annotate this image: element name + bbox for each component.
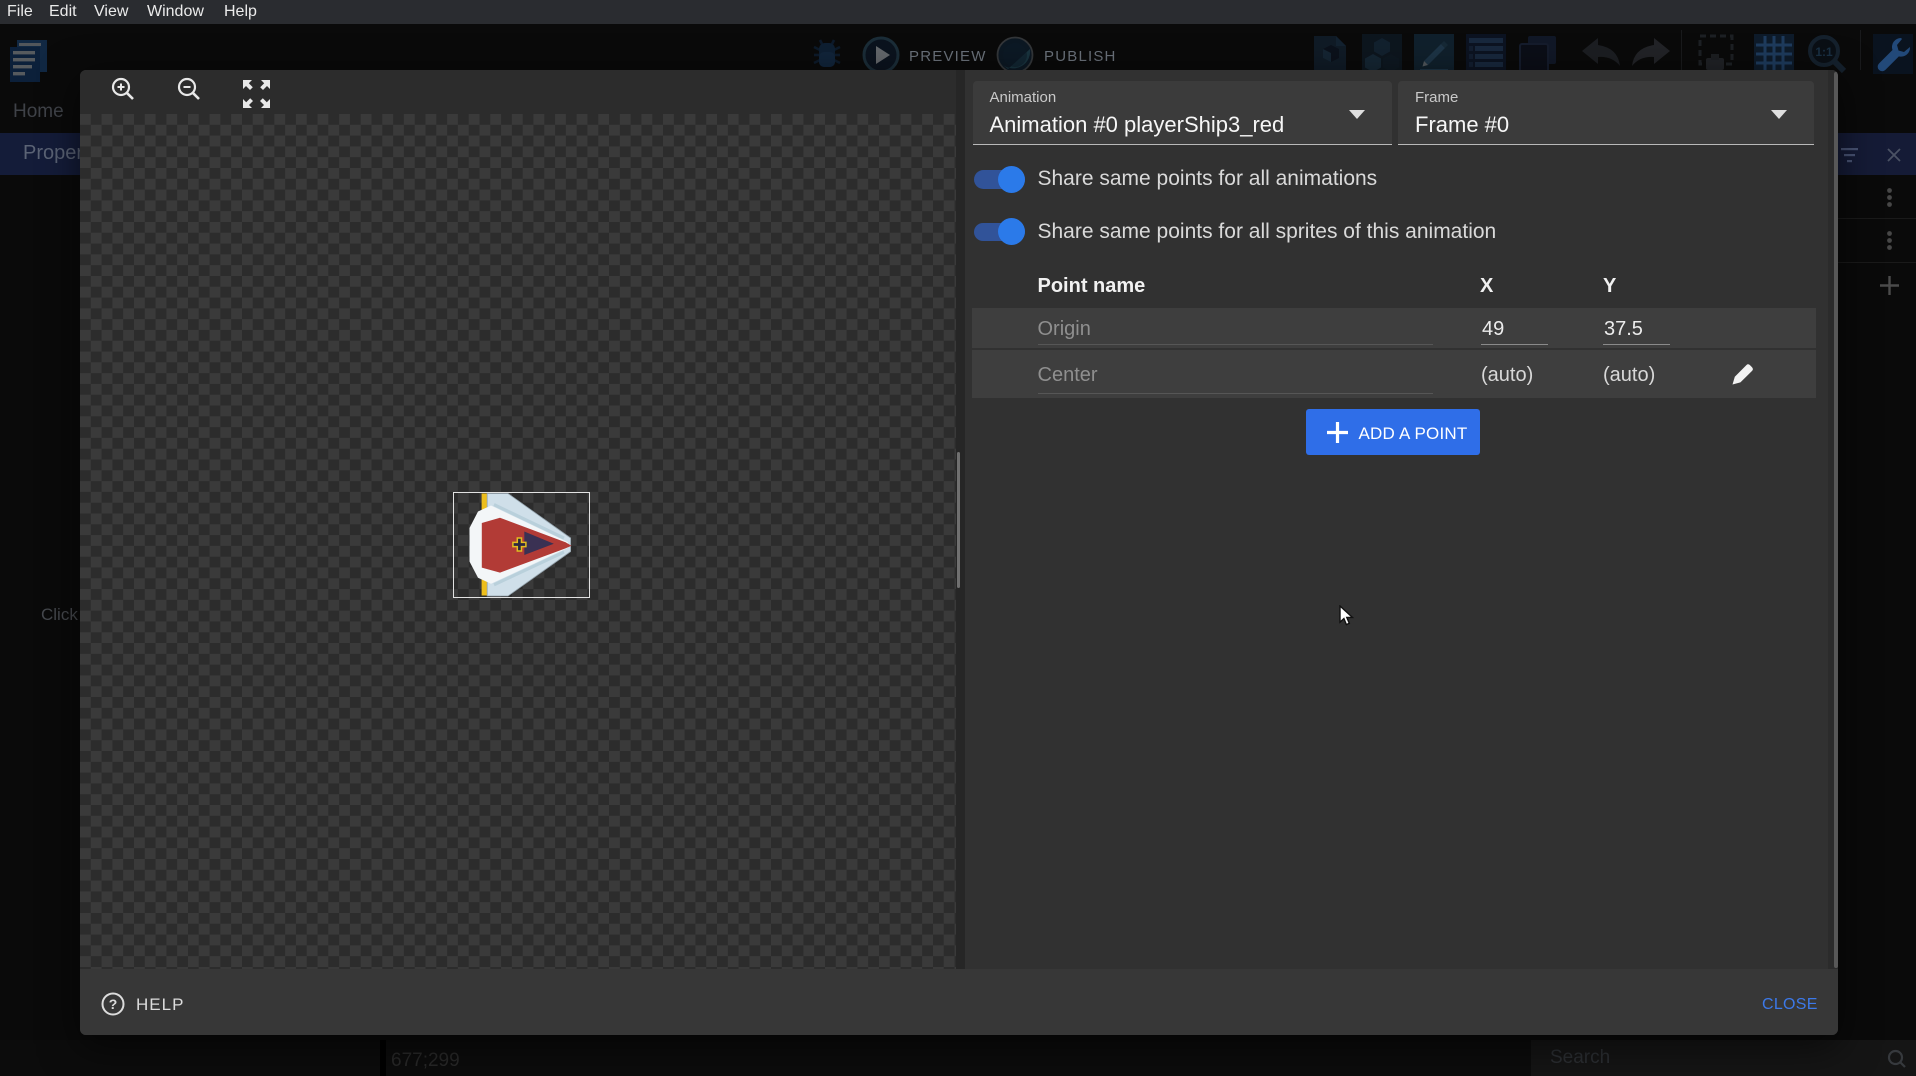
svg-text:?: ? [109,996,118,1012]
svg-text:1:1: 1:1 [1815,45,1833,59]
